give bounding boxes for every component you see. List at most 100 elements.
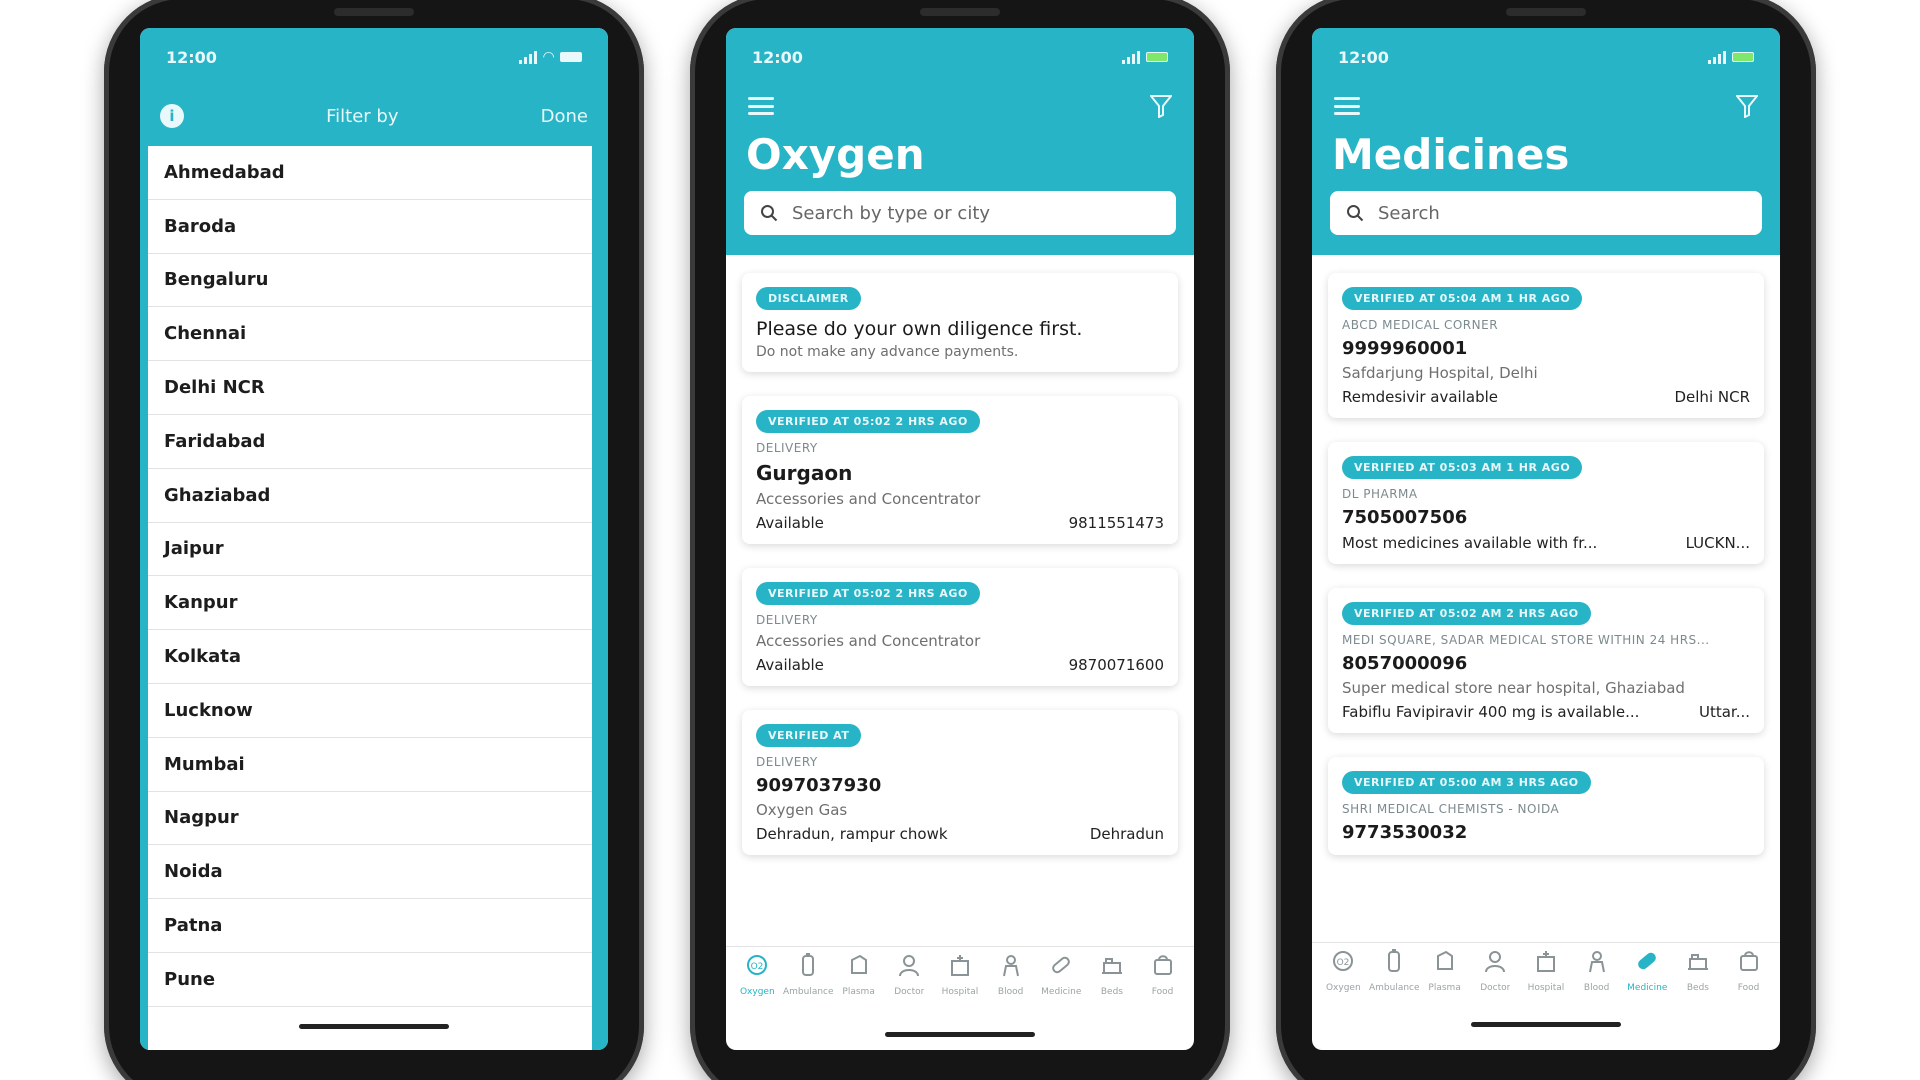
- status-time: 12:00: [1338, 47, 1389, 67]
- verified-badge: VERIFIED AT 05:02 2 HRS AGO: [756, 410, 980, 433]
- city-option[interactable]: Jaipur: [148, 523, 592, 577]
- tab-beds[interactable]: Beds: [1088, 951, 1136, 1018]
- city-option[interactable]: Kolkata: [148, 630, 592, 684]
- resource-card[interactable]: VERIFIED AT 05:02 2 HRS AGO DELIVERY Gur…: [742, 396, 1178, 544]
- city-option[interactable]: Bengaluru: [148, 254, 592, 308]
- tab-blood[interactable]: Blood: [987, 951, 1035, 1018]
- app-toolbar: [1312, 86, 1780, 126]
- card-footer: Available 9870071600: [756, 656, 1164, 674]
- card-status: Available: [756, 514, 824, 532]
- oxygen-feed: DISCLAIMER Please do your own diligence …: [726, 255, 1194, 855]
- tab-beds[interactable]: Beds: [1674, 947, 1722, 1014]
- resource-card[interactable]: VERIFIED AT 05:03 AM 1 HR AGO DL PHARMA …: [1328, 442, 1764, 564]
- tab-label: Medicine: [1627, 983, 1668, 993]
- search-icon: [760, 204, 778, 222]
- filter-header: 12:00 ◠ i Filter by Done: [140, 28, 608, 146]
- resource-card[interactable]: VERIFIED AT 05:00 AM 3 HRS AGO SHRI MEDI…: [1328, 757, 1764, 855]
- tab-label: Doctor: [894, 987, 925, 997]
- svg-text:O2: O2: [751, 962, 764, 972]
- search-input[interactable]: Search: [1330, 191, 1762, 235]
- tab-plasma[interactable]: Plasma: [1421, 947, 1469, 1014]
- status-time: 12:00: [166, 47, 217, 67]
- city-option[interactable]: Chennai: [148, 307, 592, 362]
- city-option[interactable]: Kanpur: [148, 576, 592, 631]
- food-icon: [1735, 947, 1763, 979]
- card-type: DELIVERY: [756, 441, 818, 455]
- done-button[interactable]: Done: [541, 106, 588, 127]
- resource-card[interactable]: VERIFIED AT 05:02 AM 2 HRS AGO MEDI SQUA…: [1328, 588, 1764, 733]
- verified-badge: VERIFIED AT 05:02 AM 2 HRS AGO: [1342, 602, 1591, 625]
- resource-card[interactable]: VERIFIED AT 05:02 2 HRS AGO DELIVERY Acc…: [742, 568, 1178, 686]
- city-option[interactable]: Delhi NCR: [148, 361, 592, 415]
- tab-label: Ambulance: [782, 987, 833, 997]
- medicine-icon: [1047, 951, 1075, 983]
- tab-oxygen[interactable]: O2 Oxygen: [1319, 947, 1367, 1014]
- card-phone[interactable]: 8057000096: [1342, 653, 1750, 674]
- verified-badge: VERIFIED AT 05:02 2 HRS AGO: [756, 582, 980, 605]
- tab-medicine[interactable]: Medicine: [1037, 951, 1085, 1018]
- card-contact[interactable]: 9870071600: [1069, 656, 1164, 674]
- tab-label: Beds: [1686, 983, 1709, 993]
- card-desc: Do not make any advance payments.: [756, 344, 1019, 360]
- city-option[interactable]: Pune: [148, 953, 592, 1007]
- home-indicator: [299, 1024, 449, 1029]
- city-option[interactable]: Baroda: [148, 200, 592, 254]
- tab-oxygen[interactable]: O2 Oxygen: [733, 951, 781, 1018]
- plasma-icon: [845, 951, 873, 983]
- tab-hospital[interactable]: Hospital: [1522, 947, 1570, 1014]
- menu-icon[interactable]: [748, 97, 774, 115]
- tab-medicine[interactable]: Medicine: [1623, 947, 1671, 1014]
- card-phone[interactable]: 7505007506: [1342, 507, 1750, 528]
- card-note: Most medicines available with fr...: [1342, 534, 1598, 552]
- city-option[interactable]: Patna: [148, 899, 592, 953]
- card-city: Uttar...: [1698, 703, 1750, 721]
- city-option[interactable]: Lucknow: [148, 684, 592, 738]
- wifi-icon: ◠: [543, 49, 554, 65]
- home-indicator: [885, 1032, 1035, 1037]
- card-contact[interactable]: 9811551473: [1069, 514, 1164, 532]
- verified-badge: VERIFIED AT 05:00 AM 3 HRS AGO: [1342, 771, 1591, 794]
- tab-doctor[interactable]: Doctor: [885, 951, 933, 1018]
- hospital-icon: [1532, 947, 1560, 979]
- oxygen-screen: 12:00 Oxygen Search by type or city DISC…: [726, 28, 1194, 1050]
- card-desc: Super medical store near hospital, Ghazi…: [1342, 679, 1685, 697]
- resource-card[interactable]: VERIFIED AT DELIVERY 9097037930 Oxygen G…: [742, 710, 1178, 855]
- city-option[interactable]: Noida: [148, 845, 592, 900]
- card-note: Fabiflu Favipiravir 400 mg is available.…: [1342, 703, 1640, 721]
- city-option[interactable]: Ghaziabad: [148, 469, 592, 523]
- card-phone[interactable]: 9097037930: [756, 775, 1164, 796]
- doctor-icon: [1481, 947, 1509, 979]
- medicine-icon: [1633, 947, 1661, 979]
- city-option[interactable]: Nagpur: [148, 792, 592, 846]
- card-phone[interactable]: 9773530032: [1342, 822, 1750, 843]
- card-provider: SHRI MEDICAL CHEMISTS - NOIDA: [1342, 802, 1560, 816]
- verified-badge: VERIFIED AT 05:03 AM 1 HR AGO: [1342, 456, 1583, 479]
- info-icon[interactable]: i: [160, 104, 184, 128]
- resource-card[interactable]: VERIFIED AT 05:04 AM 1 HR AGO ABCD MEDIC…: [1328, 273, 1764, 418]
- city-option[interactable]: Faridabad: [148, 415, 592, 469]
- menu-icon[interactable]: [1334, 97, 1360, 115]
- tab-plasma[interactable]: Plasma: [835, 951, 883, 1018]
- tab-ambulance[interactable]: Ambulance: [1368, 947, 1419, 1014]
- tab-hospital[interactable]: Hospital: [936, 951, 984, 1018]
- city-option[interactable]: Mumbai: [148, 738, 592, 792]
- signal-icon: [519, 50, 538, 64]
- filter-icon[interactable]: [1734, 94, 1760, 119]
- tab-food[interactable]: Food: [1725, 947, 1773, 1014]
- tab-doctor[interactable]: Doctor: [1471, 947, 1519, 1014]
- city-option[interactable]: Ahmedabad: [148, 146, 592, 200]
- beds-icon: [1684, 947, 1712, 979]
- card-desc: Accessories and Concentrator: [756, 490, 981, 508]
- tab-label: Ambulance: [1368, 983, 1419, 993]
- search-input[interactable]: Search by type or city: [744, 191, 1176, 235]
- app-toolbar: [726, 86, 1194, 126]
- tab-blood[interactable]: Blood: [1573, 947, 1621, 1014]
- status-bar: 12:00 ◠: [140, 28, 608, 86]
- page-title: Oxygen: [746, 130, 925, 179]
- tab-label: Oxygen: [739, 987, 775, 997]
- card-phone[interactable]: 9999960001: [1342, 338, 1750, 359]
- tab-food[interactable]: Food: [1139, 951, 1187, 1018]
- card-footer: Fabiflu Favipiravir 400 mg is available.…: [1342, 703, 1750, 721]
- filter-icon[interactable]: [1148, 94, 1174, 119]
- tab-ambulance[interactable]: Ambulance: [782, 951, 833, 1018]
